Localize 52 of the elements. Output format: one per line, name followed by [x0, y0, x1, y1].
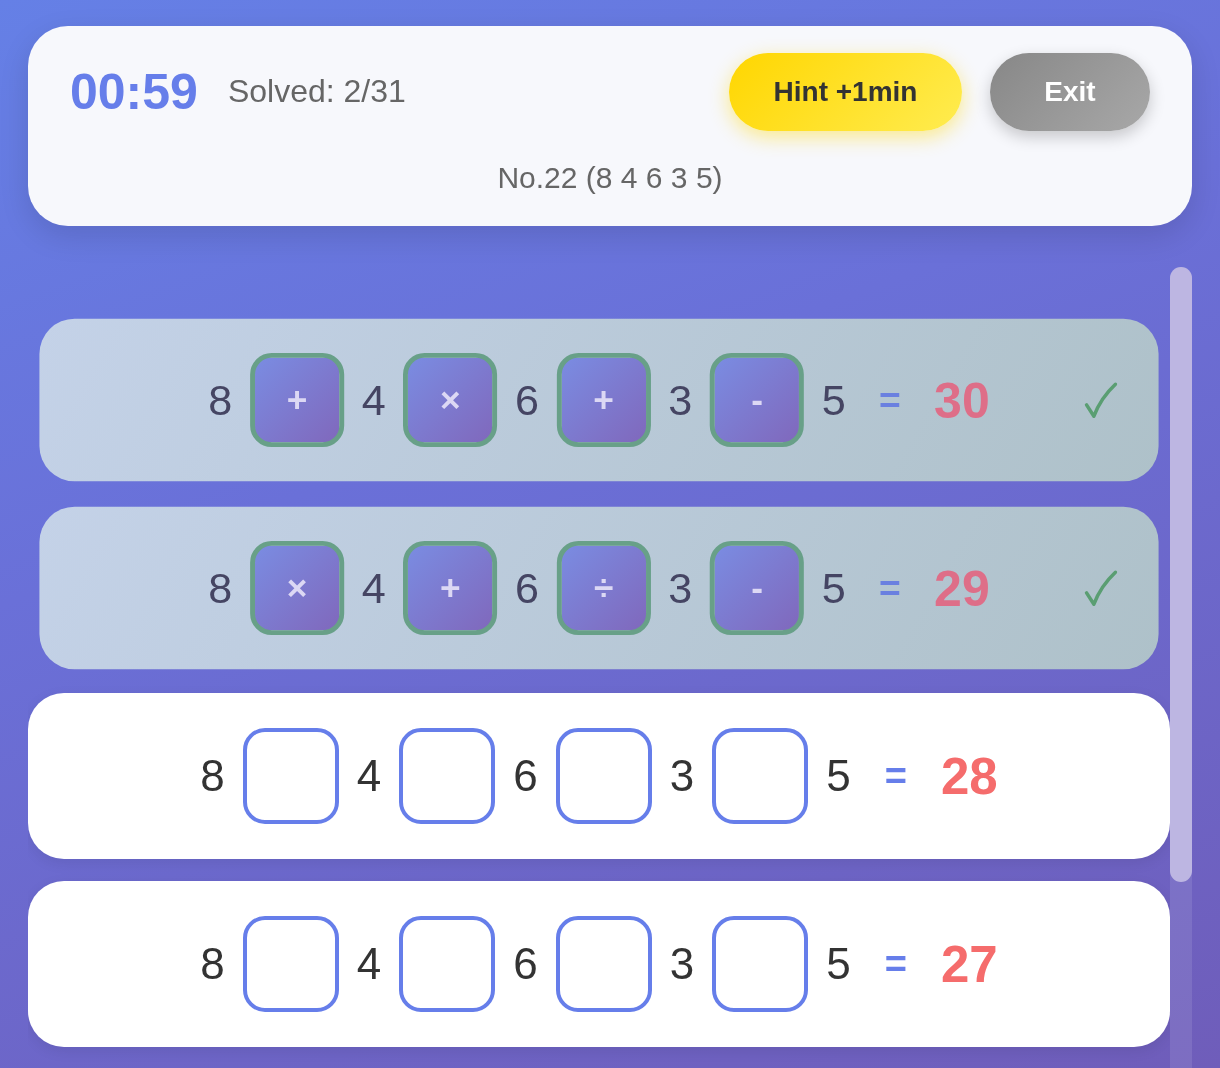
operator-slot[interactable]: +	[556, 352, 651, 448]
operator-slot[interactable]: ÷	[556, 540, 651, 636]
operator-slot[interactable]	[242, 728, 339, 824]
operator-slot[interactable]	[555, 728, 652, 824]
target-value: 30	[934, 375, 990, 425]
operand: 8	[200, 942, 225, 986]
operand: 8	[208, 378, 233, 422]
operand: 3	[669, 942, 695, 986]
target-value: 28	[940, 750, 998, 802]
target-value: 29	[934, 563, 990, 613]
operand: 6	[513, 942, 538, 986]
operator-slot[interactable]	[399, 728, 496, 824]
scrollbar-thumb[interactable]	[1170, 267, 1192, 882]
operator-slot[interactable]: ×	[403, 352, 498, 448]
hint-button[interactable]: Hint +1min	[729, 53, 962, 131]
operand: 3	[669, 754, 695, 798]
operand: 4	[361, 378, 386, 422]
equals-sign: =	[879, 569, 901, 607]
operator-slot[interactable]: ×	[249, 540, 344, 636]
operand: 8	[208, 566, 233, 610]
check-icon	[1084, 569, 1118, 607]
operator-slot[interactable]: -	[710, 352, 805, 448]
operand: 4	[361, 566, 386, 610]
check-icon	[1084, 381, 1118, 419]
exit-button[interactable]: Exit	[990, 53, 1150, 131]
operand: 5	[821, 378, 846, 422]
equals-sign: =	[879, 381, 901, 419]
operand: 6	[515, 566, 539, 610]
target-value: 27	[940, 938, 998, 990]
operand: 5	[826, 942, 851, 986]
puzzle-label: No.22 (8 4 6 3 5)	[497, 160, 723, 196]
timer-text: 00:59	[70, 67, 198, 117]
operator-slot[interactable]: +	[249, 352, 344, 448]
operand: 3	[668, 378, 693, 422]
operand: 6	[513, 754, 538, 798]
operand: 4	[356, 754, 382, 798]
operator-slot[interactable]: +	[403, 540, 498, 636]
operator-slot[interactable]	[242, 916, 339, 1012]
operator-slot[interactable]	[399, 916, 496, 1012]
operator-slot[interactable]	[712, 916, 809, 1012]
operator-slot[interactable]	[555, 916, 652, 1012]
operand: 8	[200, 754, 225, 798]
operator-slot[interactable]	[712, 728, 809, 824]
equals-sign: =	[884, 757, 907, 795]
operand: 4	[356, 942, 382, 986]
operand: 3	[668, 566, 693, 610]
operand: 5	[826, 754, 851, 798]
operand: 6	[515, 378, 539, 422]
equals-sign: =	[884, 945, 907, 983]
operand: 5	[821, 566, 846, 610]
solved-count: Solved: 2/31	[227, 74, 406, 110]
operator-slot[interactable]: -	[710, 540, 805, 636]
